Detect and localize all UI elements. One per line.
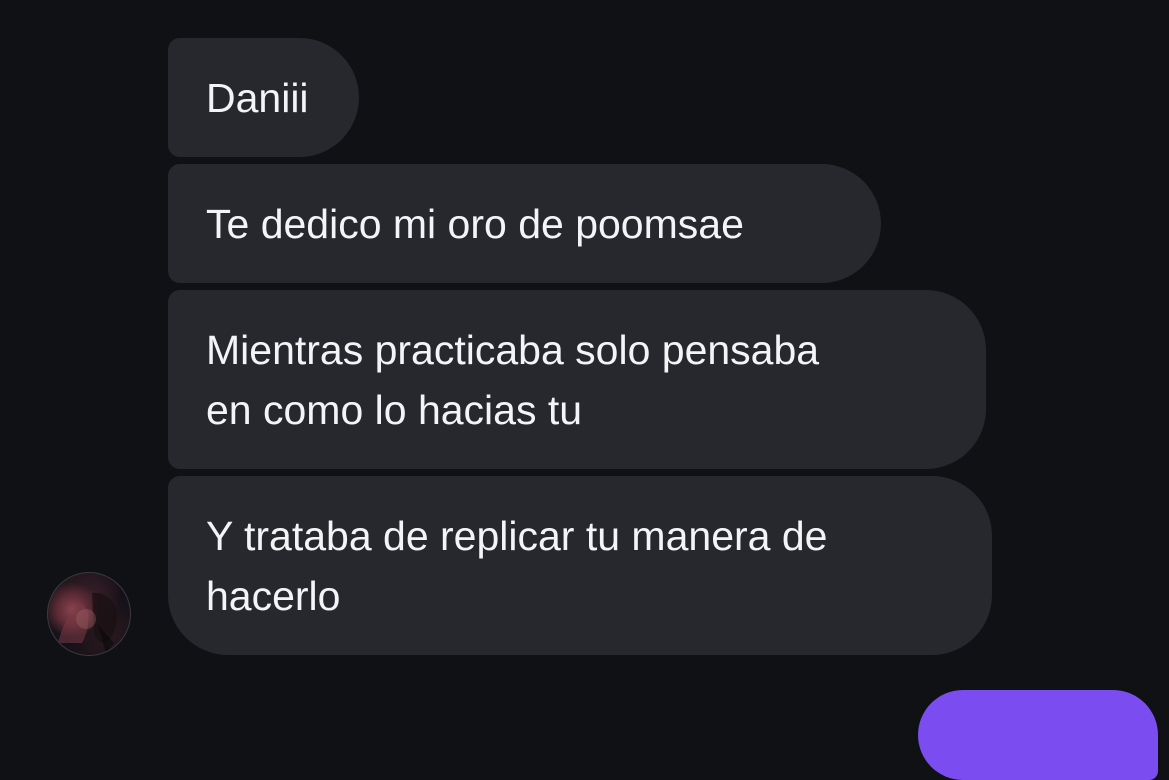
message-line: hacerlo [206, 572, 341, 619]
message-text: Mientras practicaba solo pensaba en como… [206, 320, 819, 440]
message-bubble[interactable]: Te dedico mi oro de poomsae [168, 164, 881, 283]
chat-thread: Daniii Te dedico mi oro de poomsae Mient… [0, 0, 1169, 780]
message-bubble[interactable]: Mientras practicaba solo pensaba en como… [168, 290, 986, 469]
message-text: Y trataba de replicar tu manera de hacer… [206, 506, 827, 626]
message-text: Te dedico mi oro de poomsae [206, 200, 744, 247]
message-bubble[interactable]: Daniii [168, 38, 359, 157]
message-line: Mientras practicaba solo pensaba [206, 326, 820, 373]
message-bubble[interactable]: Y trataba de replicar tu manera de hacer… [168, 476, 992, 655]
avatar-photo [58, 592, 118, 653]
message-line: Y trataba de replicar tu manera de [206, 512, 828, 559]
avatar[interactable] [47, 572, 131, 656]
outgoing-message-bubble[interactable] [918, 690, 1158, 780]
message-text: Daniii [206, 74, 309, 121]
message-line: en como lo hacias tu [206, 386, 583, 433]
